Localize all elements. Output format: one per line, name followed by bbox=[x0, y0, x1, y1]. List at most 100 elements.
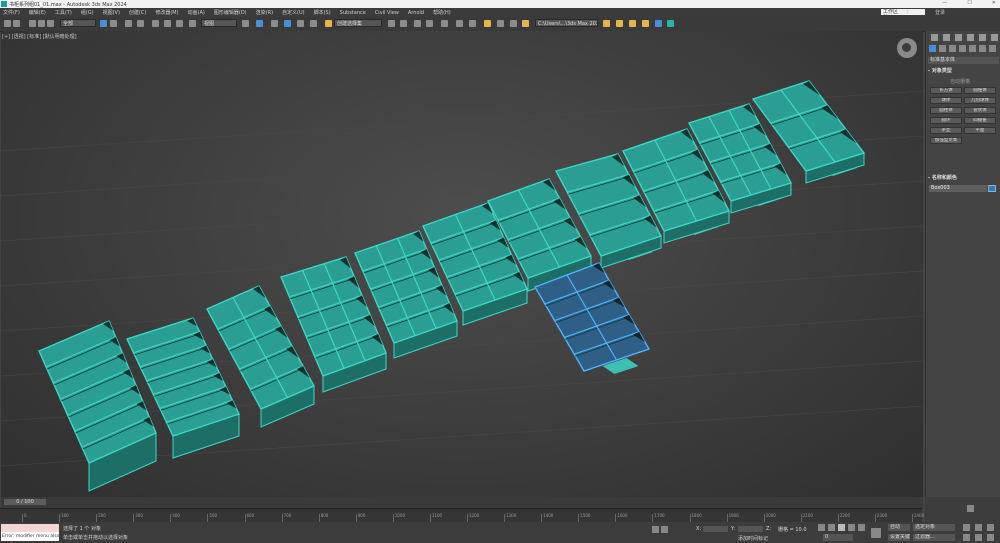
cylinder-button[interactable]: 圆柱体 bbox=[930, 107, 962, 114]
selection-filter-dropdown[interactable]: 全部 bbox=[60, 19, 96, 27]
geometry-icon[interactable] bbox=[929, 45, 936, 52]
workspace-dropdown[interactable]: 工作区: 默认 bbox=[881, 9, 925, 21]
maximize-button[interactable]: ☐ bbox=[967, 0, 971, 6]
maxscript-listener[interactable]: Error: modifier menu also bbox=[1, 524, 59, 541]
select-and-manipulate-icon[interactable] bbox=[256, 20, 263, 27]
project-folder-icon[interactable] bbox=[616, 20, 623, 27]
toggle-layer-explorer-icon[interactable] bbox=[426, 20, 433, 27]
modify-tab-icon[interactable] bbox=[943, 34, 950, 41]
menu-modifiers[interactable]: 修改器(M) bbox=[155, 9, 178, 16]
new-project-icon[interactable] bbox=[629, 20, 636, 27]
render-setup-icon[interactable] bbox=[497, 20, 504, 27]
named-selection-dropdown[interactable]: 创建选择集 bbox=[334, 19, 382, 27]
lock-selection-icon[interactable] bbox=[661, 526, 668, 533]
go-to-end-icon[interactable] bbox=[858, 524, 865, 531]
menu-group[interactable]: 组(G) bbox=[81, 9, 94, 16]
sphere-button[interactable]: 球体 bbox=[930, 97, 962, 104]
redo-icon[interactable] bbox=[13, 20, 20, 27]
project-path-dropdown[interactable]: C:\Users\...\3ds Max 2024 bbox=[535, 19, 598, 27]
place-icon[interactable] bbox=[189, 20, 196, 27]
menu-civil-view[interactable]: Civil View bbox=[375, 10, 399, 16]
pan-icon[interactable] bbox=[975, 534, 982, 541]
hierarchy-tab-icon[interactable] bbox=[955, 34, 962, 41]
isolate-selection-icon[interactable] bbox=[652, 526, 659, 533]
zoom-all-icon[interactable] bbox=[975, 524, 982, 531]
scene-canvas[interactable] bbox=[1, 31, 923, 497]
angle-snap-icon[interactable] bbox=[284, 20, 291, 27]
window-crossing-icon[interactable] bbox=[137, 20, 144, 27]
display-tab-icon[interactable] bbox=[979, 34, 986, 41]
spinner-snap-icon[interactable] bbox=[310, 20, 317, 27]
menu-create[interactable]: 创建(C) bbox=[129, 9, 146, 16]
systems-icon[interactable] bbox=[989, 45, 996, 52]
menu-rendering[interactable]: 渲染(R) bbox=[256, 9, 273, 16]
key-filters-button[interactable]: 过滤器... bbox=[913, 534, 955, 541]
menu-arnold[interactable]: Arnold bbox=[408, 10, 424, 16]
rotate-icon[interactable] bbox=[164, 20, 171, 27]
sync-icon[interactable] bbox=[667, 20, 674, 27]
cone-button[interactable]: 圆锥体 bbox=[964, 87, 996, 94]
move-icon[interactable] bbox=[152, 20, 159, 27]
next-frame-icon[interactable] bbox=[848, 524, 855, 531]
go-to-start-icon[interactable] bbox=[818, 524, 825, 531]
menu-views[interactable]: 视图(V) bbox=[103, 9, 120, 16]
toggle-scene-explorer-icon[interactable] bbox=[414, 20, 421, 27]
menu-customize[interactable]: 自定义(U) bbox=[282, 9, 305, 16]
auto-key-button[interactable]: 自动 bbox=[888, 524, 910, 531]
snap-corner-icon[interactable] bbox=[967, 505, 974, 512]
helpers-icon[interactable] bbox=[969, 45, 976, 52]
name-and-color-rollout[interactable]: - 名称和颜色 bbox=[928, 175, 999, 182]
current-frame-field[interactable]: 0 bbox=[823, 534, 853, 541]
menu-tools[interactable]: 工具(T) bbox=[55, 9, 72, 16]
unlink-icon[interactable] bbox=[38, 20, 45, 27]
bind-spacewarp-icon[interactable] bbox=[47, 20, 54, 27]
lights-icon[interactable] bbox=[949, 45, 956, 52]
zoom-extents-icon[interactable] bbox=[987, 524, 994, 531]
toggle-ribbon-icon[interactable] bbox=[441, 20, 448, 27]
create-tab-icon[interactable] bbox=[931, 34, 938, 41]
track-bar[interactable]: 0 100 200 300 400 500 600 700 800 900 1000 1100 1200… bbox=[0, 508, 924, 523]
menu-animation[interactable]: 动画(A) bbox=[188, 9, 205, 16]
menu-edit[interactable]: 编辑(E) bbox=[29, 9, 46, 16]
project-settings-icon[interactable] bbox=[642, 20, 649, 27]
y-coordinate-field[interactable] bbox=[738, 526, 763, 532]
zoom-icon[interactable] bbox=[963, 524, 970, 531]
schematic-view-icon[interactable] bbox=[469, 20, 476, 27]
percent-snap-icon[interactable] bbox=[297, 20, 304, 27]
object-name-field[interactable]: Box003 bbox=[929, 185, 987, 192]
selected-set-dropdown[interactable]: 选定对象 bbox=[913, 524, 955, 531]
geometry-category-dropdown[interactable]: 标准基本体 bbox=[928, 57, 999, 64]
mirror-icon[interactable] bbox=[388, 20, 395, 27]
pivot-center-icon[interactable] bbox=[242, 20, 249, 27]
previous-frame-icon[interactable] bbox=[828, 524, 835, 531]
pyramid-button[interactable]: 四棱锥 bbox=[964, 117, 996, 124]
menu-graph-editors[interactable]: 图形编辑器(D) bbox=[214, 9, 247, 16]
plane-button[interactable]: 平面 bbox=[964, 127, 996, 134]
geosphere-button[interactable]: 几何球体 bbox=[964, 97, 996, 104]
time-slider[interactable]: 0 / 100 bbox=[1, 497, 923, 508]
undo-icon[interactable] bbox=[4, 20, 11, 27]
utilities-tab-icon[interactable] bbox=[991, 34, 998, 41]
autogrid-checkbox[interactable]: 自动栅格 bbox=[950, 78, 970, 85]
perspective-viewport[interactable] bbox=[1, 31, 923, 497]
set-key-icon[interactable] bbox=[871, 528, 881, 538]
menu-scripting[interactable]: 脚本(S) bbox=[314, 9, 331, 16]
rectangular-selection-icon[interactable] bbox=[125, 20, 132, 27]
viewcube-icon[interactable] bbox=[897, 38, 917, 58]
link-icon[interactable] bbox=[29, 20, 36, 27]
orbit-icon[interactable] bbox=[987, 534, 994, 541]
teapot-button[interactable]: 茶壶 bbox=[930, 127, 962, 134]
x-coordinate-field[interactable] bbox=[703, 526, 728, 532]
space-warps-icon[interactable] bbox=[979, 45, 986, 52]
play-icon[interactable] bbox=[838, 524, 845, 531]
minimize-button[interactable]: — bbox=[942, 0, 947, 6]
select-object-icon[interactable] bbox=[100, 20, 107, 27]
object-color-swatch[interactable] bbox=[988, 185, 996, 192]
motion-tab-icon[interactable] bbox=[967, 34, 974, 41]
menu-help[interactable]: 帮助(H) bbox=[433, 9, 451, 16]
snaps-toggle-icon[interactable] bbox=[271, 20, 278, 27]
curve-editor-icon[interactable] bbox=[456, 20, 463, 27]
field-of-view-icon[interactable] bbox=[963, 534, 970, 541]
align-icon[interactable] bbox=[400, 20, 407, 27]
box-button[interactable]: 长方体 bbox=[930, 87, 962, 94]
